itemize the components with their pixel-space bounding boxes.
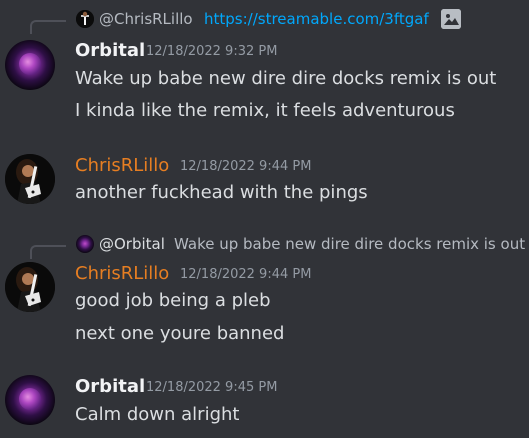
reply-author-name[interactable]: @Orbital <box>99 234 165 254</box>
timestamp: 12/18/2022 9:44 PM <box>180 267 312 282</box>
reply-avatar-orbital[interactable] <box>76 235 94 253</box>
reply-author-name[interactable]: @ChrisRLillo <box>99 9 193 29</box>
message-text: Wake up babe new dire dire docks remix i… <box>75 68 497 89</box>
reply-avatar-chris[interactable] <box>76 10 94 28</box>
author-name[interactable]: ChrisRLillo <box>75 155 169 177</box>
timestamp: 12/18/2022 9:32 PM <box>146 44 278 59</box>
message-text: next one youre banned <box>75 323 285 344</box>
avatar-chrisrlillo[interactable] <box>5 154 55 204</box>
avatar-orbital[interactable] <box>5 40 55 90</box>
message-text: Calm down alright <box>75 404 240 425</box>
author-name[interactable]: Orbital <box>75 40 145 62</box>
reply-reference[interactable]: @Orbital Wake up babe new dire dire dock… <box>0 234 529 259</box>
message-text: another fuckhead with the pings <box>75 182 368 203</box>
author-name[interactable]: ChrisRLillo <box>75 263 169 285</box>
avatar-orbital[interactable] <box>5 375 55 425</box>
avatar-chrisrlillo[interactable] <box>5 262 55 312</box>
reply-spine <box>30 245 66 259</box>
reply-link[interactable]: https://streamable.com/3ftgaf <box>204 9 429 29</box>
timestamp: 12/18/2022 9:45 PM <box>146 380 278 395</box>
reply-reference[interactable]: @ChrisRLillo https://streamable.com/3ftg… <box>0 9 529 34</box>
timestamp: 12/18/2022 9:44 PM <box>180 159 312 174</box>
reply-spine <box>30 20 66 34</box>
author-name[interactable]: Orbital <box>75 376 145 398</box>
reply-preview-text[interactable]: Wake up babe new dire dire docks remix i… <box>174 234 525 254</box>
message-text: good job being a pleb <box>75 290 271 311</box>
message-text: I kinda like the remix, it feels adventu… <box>75 100 455 121</box>
image-icon[interactable] <box>441 9 461 29</box>
